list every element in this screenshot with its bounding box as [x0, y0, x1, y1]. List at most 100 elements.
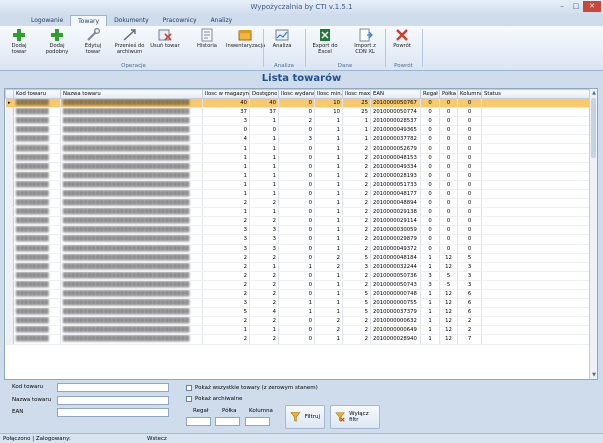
table-row[interactable]: ████████ ███████████████████████████████ 2… [5, 289, 592, 300]
table-row[interactable]: ████████ ███████████████████████████████ 5… [5, 307, 592, 318]
column-header[interactable]: Regał [420, 89, 440, 99]
checkbox-box[interactable] [186, 396, 192, 402]
column-header[interactable]: Dostępne [249, 89, 279, 99]
table-row[interactable]: ████████ ███████████████████████████████ 1… [5, 153, 592, 163]
filter-button[interactable]: Filtruj [285, 405, 325, 429]
row-header[interactable] [5, 125, 14, 136]
table-row[interactable]: ████████ ███████████████████████████████ 2… [5, 280, 592, 290]
tab-0[interactable]: Logowanie [24, 15, 70, 26]
tab-1[interactable]: Towary [70, 15, 108, 26]
row-header[interactable] [5, 134, 14, 145]
row-header[interactable] [5, 325, 14, 336]
row-header[interactable] [5, 316, 14, 327]
row-header[interactable] [5, 289, 14, 300]
kolumna-input[interactable] [245, 417, 270, 426]
scroll-thumb[interactable] [591, 98, 596, 158]
show-all-checkbox[interactable]: Pokaż wszystkie towary (z zerowym stanem… [186, 385, 318, 391]
ean-input[interactable] [57, 408, 169, 417]
column-header[interactable]: EAN [370, 89, 421, 99]
row-header[interactable] [5, 116, 14, 127]
row-header[interactable] [5, 234, 14, 245]
row-header[interactable] [5, 180, 14, 190]
column-header[interactable]: Ilosc w magazynie [202, 89, 250, 99]
row-header[interactable] [5, 207, 14, 218]
table-row[interactable]: ████████ ███████████████████████████████ 3… [5, 298, 592, 309]
table-row[interactable]: ████████ ███████████████████████████████ 1… [5, 180, 592, 190]
ribbon-button-3[interactable]: Przenieś do archiwum [113, 28, 146, 55]
row-header[interactable] [5, 244, 14, 254]
table-row[interactable]: ████████ ███████████████████████████████ 2… [5, 198, 592, 209]
row-header[interactable] [5, 280, 14, 290]
table-row[interactable]: ████████ ███████████████████████████████ 2… [5, 271, 592, 281]
ribbon-button-2[interactable]: Edytuj towar [78, 28, 108, 55]
column-header[interactable]: Ilosc min. [314, 89, 343, 99]
table-row[interactable]: ████████ ███████████████████████████████ 3… [5, 116, 592, 127]
row-header[interactable] [5, 216, 14, 227]
row-header[interactable] [5, 225, 14, 236]
row-header[interactable] [5, 171, 14, 181]
tab-2[interactable]: Dokumenty [107, 15, 156, 26]
row-header[interactable] [5, 107, 14, 118]
vertical-scrollbar[interactable]: ▲ ▼ [589, 89, 597, 379]
row-header[interactable] [5, 189, 14, 200]
clear-filter-button[interactable]: Wyłącz filtr [330, 405, 380, 429]
row-header[interactable] [5, 262, 14, 272]
table-row[interactable]: ▸ ████████ ███████████████████████████████… [5, 98, 592, 109]
row-header[interactable] [5, 307, 14, 318]
tab-4[interactable]: Analizy [204, 15, 240, 26]
table-row[interactable]: ████████ ███████████████████████████████ 2… [5, 334, 592, 345]
column-header[interactable]: Kolumna [457, 89, 482, 99]
column-header[interactable]: Status [481, 89, 592, 99]
row-header[interactable] [5, 143, 14, 154]
table-row[interactable]: ████████ ███████████████████████████████ 4… [5, 134, 592, 145]
ribbon-button-6[interactable]: Inwentaryzacja [226, 28, 265, 49]
table-row[interactable]: ████████ ███████████████████████████████ 3… [5, 107, 592, 118]
ribbon-button-1[interactable]: Dodaj podobny [44, 28, 70, 55]
column-header[interactable]: Nazwa towaru [60, 89, 203, 99]
column-header[interactable]: Ilosc max. [342, 89, 371, 99]
table-row[interactable]: ████████ ███████████████████████████████ 2… [5, 316, 592, 327]
row-header[interactable] [5, 271, 14, 281]
products-grid[interactable]: Kod towaru Nazwa towaru Ilosc w magazynie D… [4, 88, 598, 380]
ribbon-button-7[interactable]: Analiza [270, 28, 294, 49]
table-row[interactable]: ████████ ███████████████████████████████ 1… [5, 325, 592, 336]
row-header[interactable] [5, 298, 14, 309]
minimize-icon[interactable]: – [555, 1, 569, 12]
scroll-down-icon[interactable]: ▼ [590, 371, 597, 379]
code-input[interactable] [57, 383, 169, 392]
table-row[interactable]: ████████ ███████████████████████████████ 0… [5, 125, 592, 136]
ribbon-button-5[interactable]: Historia [193, 28, 221, 49]
ribbon-button-9[interactable]: Import z CDN XL [348, 28, 382, 55]
ribbon-button-4[interactable]: Usuń towar [150, 28, 180, 49]
ribbon-button-8[interactable]: Export do Excel [310, 28, 340, 55]
table-row[interactable]: ████████ ███████████████████████████████ 1… [5, 171, 592, 181]
table-row[interactable]: ████████ ███████████████████████████████ 1… [5, 207, 592, 218]
table-row[interactable]: ████████ ███████████████████████████████ 1… [5, 162, 592, 172]
table-row[interactable]: ████████ ███████████████████████████████ 2… [5, 262, 592, 272]
checkbox-box[interactable] [186, 385, 192, 391]
maximize-icon[interactable]: □ [569, 1, 583, 12]
row-header[interactable]: ▸ [5, 98, 14, 109]
table-row[interactable]: ████████ ███████████████████████████████ 2… [5, 216, 592, 227]
column-header[interactable]: Półka [439, 89, 458, 99]
row-header[interactable] [5, 253, 14, 263]
row-header[interactable] [5, 334, 14, 345]
row-header[interactable] [5, 162, 14, 172]
name-input[interactable] [57, 396, 169, 405]
table-row[interactable]: ████████ ███████████████████████████████ 2… [5, 253, 592, 263]
row-header[interactable] [5, 198, 14, 209]
table-row[interactable]: ████████ ███████████████████████████████ 1… [5, 143, 592, 154]
scroll-up-icon[interactable]: ▲ [590, 89, 597, 97]
regal-input[interactable] [186, 417, 211, 426]
table-row[interactable]: ████████ ███████████████████████████████ 1… [5, 189, 592, 200]
table-row[interactable]: ████████ ███████████████████████████████ 3… [5, 234, 592, 245]
row-header[interactable] [5, 153, 14, 163]
ribbon-button-10[interactable]: Powrót [390, 28, 414, 49]
show-archived-checkbox[interactable]: Pokaż archiwalne [186, 396, 242, 402]
column-header[interactable]: Ilosc wydana [278, 89, 315, 99]
tab-3[interactable]: Pracownicy [156, 15, 204, 26]
ribbon-button-0[interactable]: Dodaj towar [4, 28, 34, 55]
polka-input[interactable] [215, 417, 240, 426]
table-row[interactable]: ████████ ███████████████████████████████ 3… [5, 244, 592, 254]
table-row[interactable]: ████████ ███████████████████████████████ 3… [5, 225, 592, 236]
